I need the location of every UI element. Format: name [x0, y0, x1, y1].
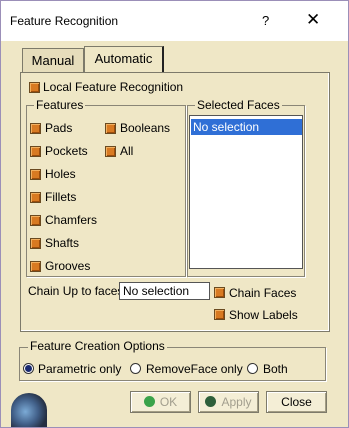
pockets-label: Pockets: [45, 144, 88, 158]
window-title: Feature Recognition: [10, 14, 119, 28]
local-feature-recognition-label: Local Feature Recognition: [43, 80, 184, 94]
shafts-checkbox[interactable]: [30, 238, 41, 249]
shafts-label: Shafts: [45, 236, 80, 250]
ok-button-label: OK: [159, 395, 178, 409]
show-labels-label: Show Labels: [229, 308, 298, 322]
chamfers-checkbox[interactable]: [30, 215, 41, 226]
fillets-checkbox[interactable]: [30, 192, 41, 203]
tab-manual[interactable]: Manual: [22, 48, 84, 72]
chain-faces-label: Chain Faces: [229, 286, 297, 300]
pads-label: Pads: [45, 121, 73, 135]
selected-faces-list[interactable]: No selection: [189, 115, 303, 269]
parametric-only-radio[interactable]: [23, 363, 34, 374]
parametric-only-label: Parametric only: [38, 362, 122, 376]
apply-button-label: Apply: [221, 395, 252, 409]
pads-checkbox[interactable]: [30, 123, 41, 134]
selected-faces-legend: Selected Faces: [195, 98, 282, 112]
close-window-button[interactable]: ✕: [306, 10, 320, 30]
ok-button[interactable]: OK: [130, 391, 191, 413]
booleans-checkbox[interactable]: [105, 123, 116, 134]
local-feature-recognition-checkbox[interactable]: [29, 82, 40, 93]
all-checkbox[interactable]: [105, 146, 116, 157]
ok-status-icon: [143, 396, 155, 407]
show-labels-checkbox[interactable]: [214, 309, 225, 320]
tab-automatic[interactable]: Automatic: [84, 46, 164, 73]
chain-faces-checkbox[interactable]: [214, 287, 225, 298]
fillets-label: Fillets: [45, 190, 77, 204]
close-button[interactable]: Close: [266, 391, 327, 413]
removeface-only-radio[interactable]: [130, 363, 141, 374]
help-button[interactable]: ?: [262, 13, 269, 28]
holes-checkbox[interactable]: [30, 169, 41, 180]
close-button-label: Close: [281, 395, 312, 409]
chain-up-input[interactable]: No selection: [119, 282, 210, 300]
removeface-only-label: RemoveFace only: [146, 362, 243, 376]
both-radio[interactable]: [247, 363, 258, 374]
booleans-label: Booleans: [120, 121, 171, 135]
both-label: Both: [263, 362, 288, 376]
apply-status-icon: [205, 396, 217, 407]
holes-label: Holes: [45, 167, 76, 181]
feature-creation-options-legend: Feature Creation Options: [28, 339, 167, 353]
grooves-checkbox[interactable]: [30, 261, 41, 272]
chain-up-label: Chain Up to faces: [28, 284, 124, 298]
globe-logo: [11, 393, 47, 427]
grooves-label: Grooves: [45, 259, 91, 273]
list-item[interactable]: No selection: [191, 119, 302, 135]
features-legend: Features: [34, 98, 86, 112]
apply-button[interactable]: Apply: [198, 391, 259, 413]
feature-recognition-dialog: Feature Recognition ? ✕ Manual Automatic…: [0, 0, 349, 428]
pockets-checkbox[interactable]: [30, 146, 41, 157]
title-bar[interactable]: Feature Recognition ? ✕: [1, 1, 348, 41]
all-label: All: [120, 144, 134, 158]
chamfers-label: Chamfers: [45, 213, 98, 227]
